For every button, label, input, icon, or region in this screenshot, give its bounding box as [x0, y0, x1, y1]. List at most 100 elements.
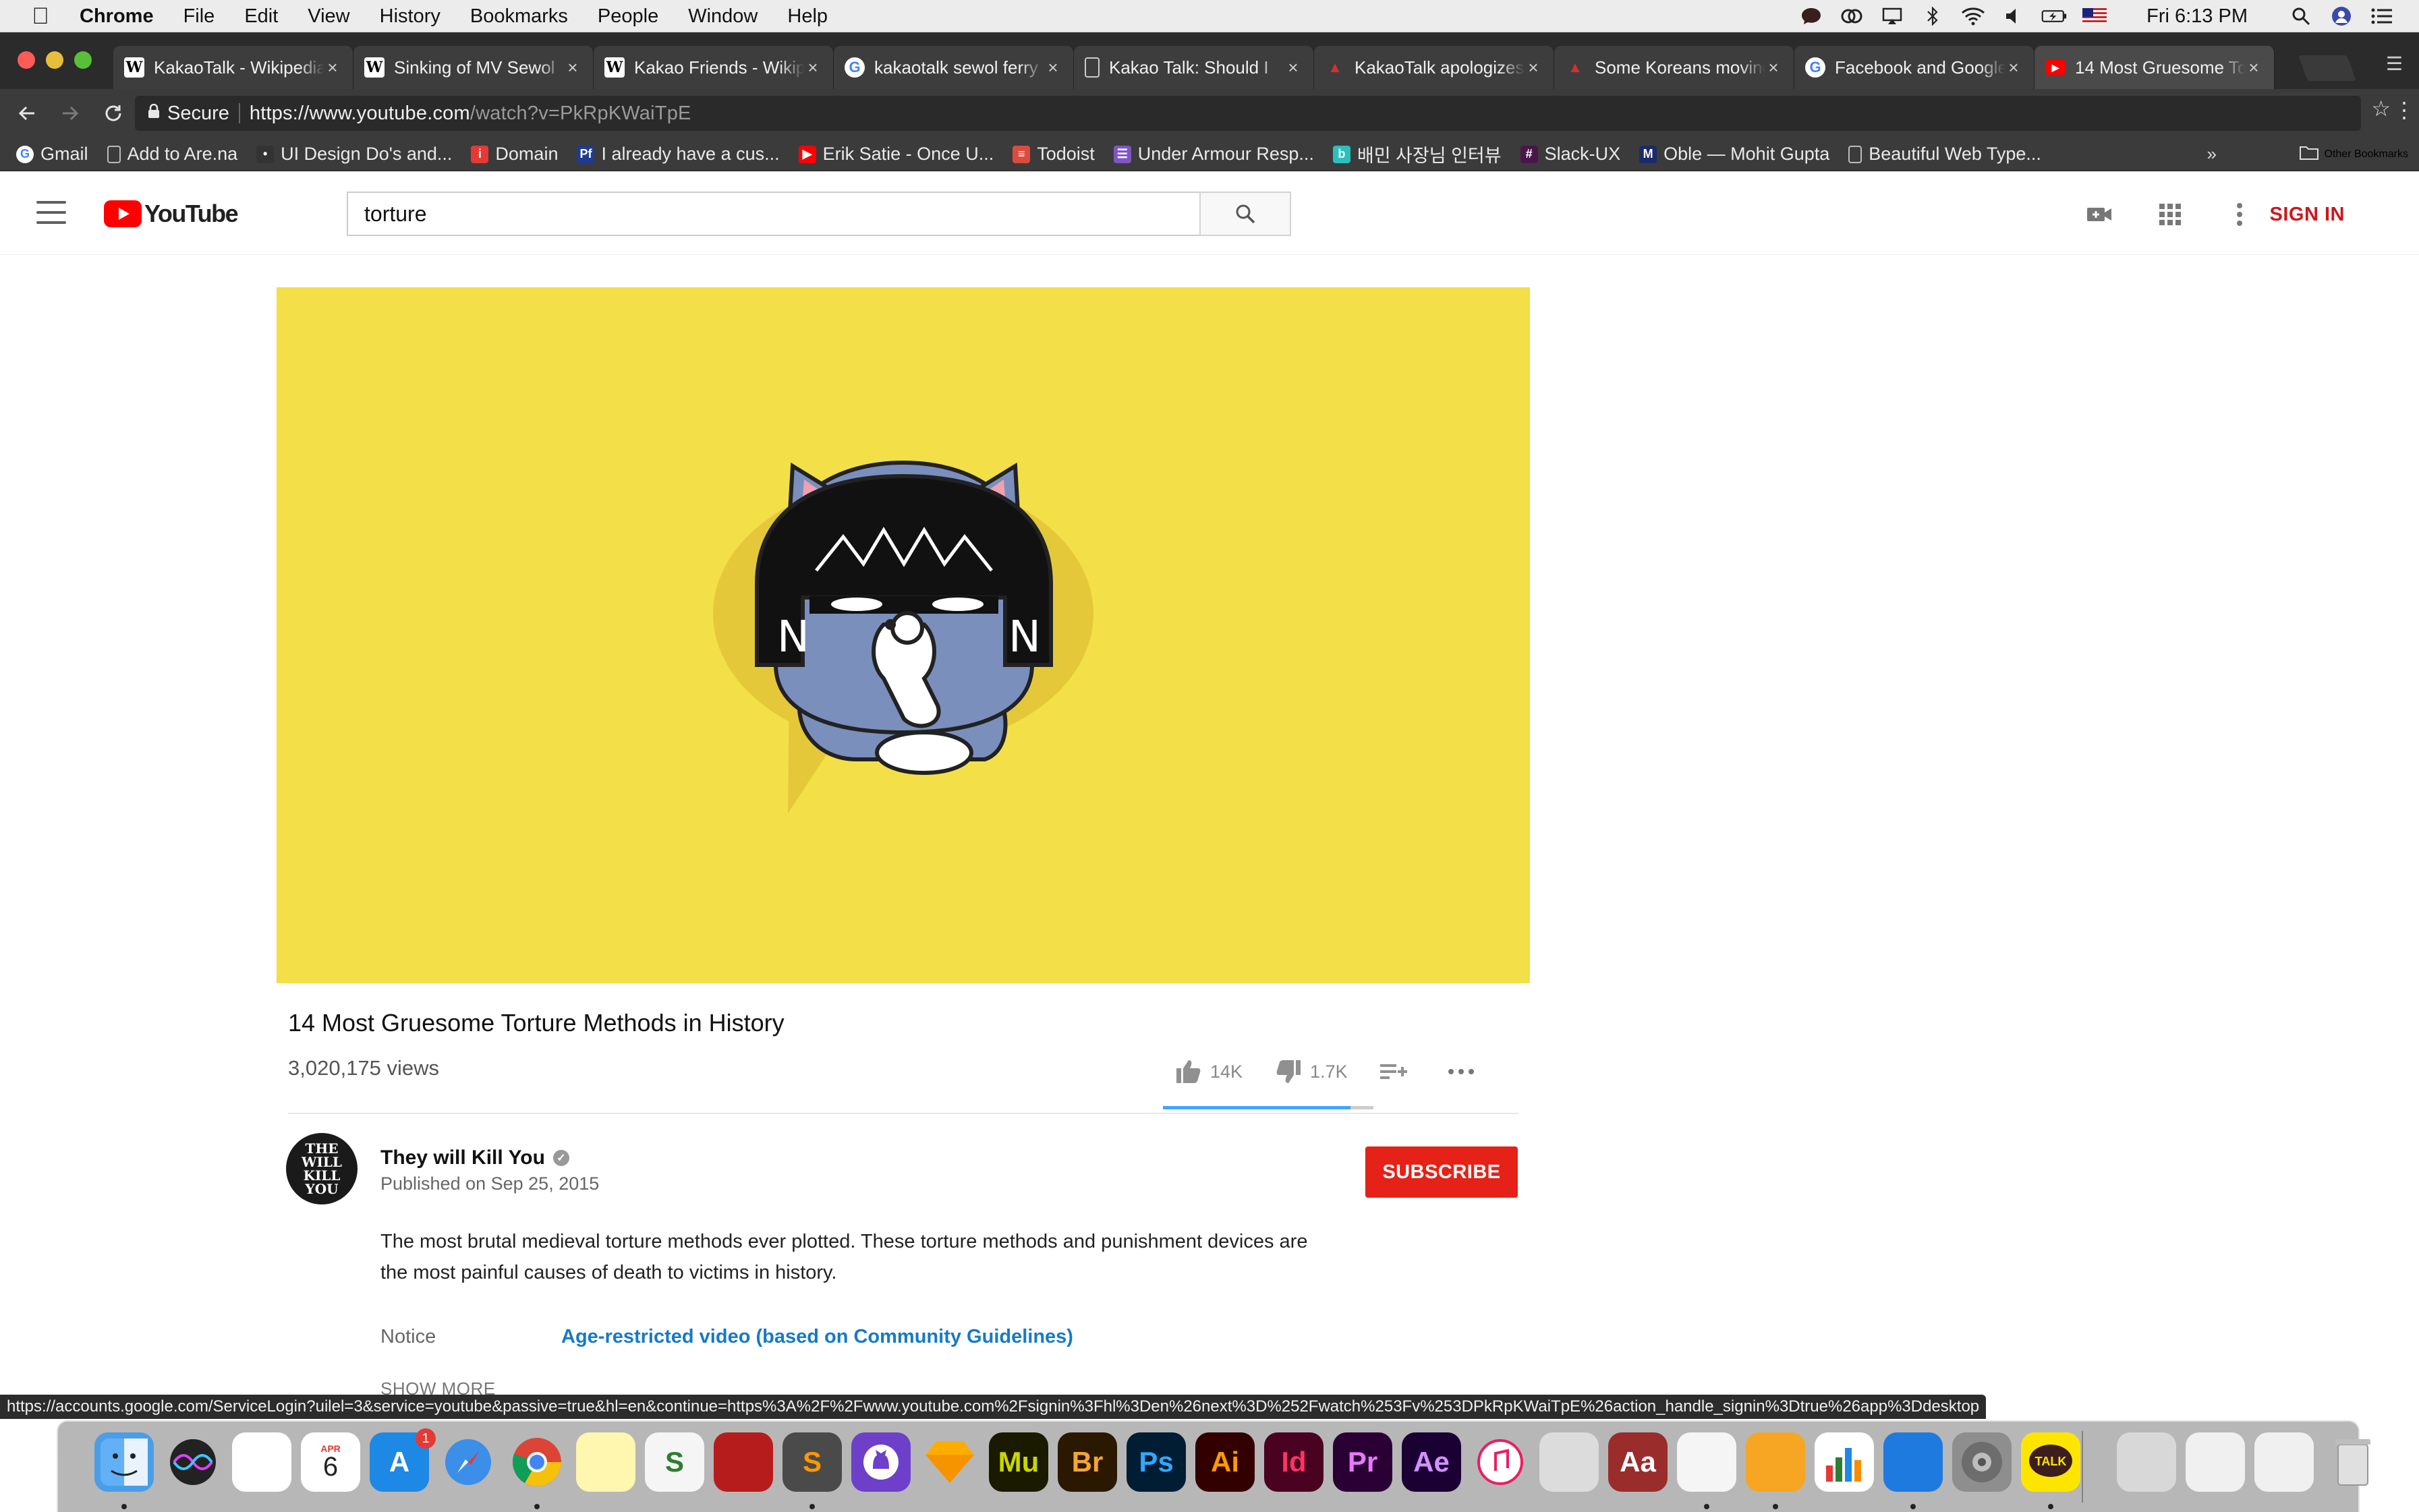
browser-tab[interactable]: W KakaoTalk - Wikipedia × — [113, 46, 353, 89]
app-menu-chrome[interactable]: Chrome — [80, 0, 154, 32]
bookmark-item[interactable]: Beautiful Web Type... — [1848, 144, 2041, 165]
bookmark-item[interactable]: Add to Are.na — [107, 144, 237, 165]
document-stack-icon[interactable] — [2186, 1432, 2245, 1492]
add-to-playlist-button[interactable] — [1379, 1062, 1407, 1082]
bookmark-item[interactable]: M Oble — Mohit Gupta — [1639, 144, 1829, 165]
wifi-icon[interactable] — [1960, 6, 1986, 26]
bookmark-item[interactable]: b 배민 사장님 인터뷰 — [1332, 141, 1502, 167]
bookmarks-overflow-button[interactable]: » — [2207, 144, 2217, 165]
screenshot-stack-icon[interactable] — [2254, 1432, 2314, 1492]
bookmark-item[interactable]: Pf I already have a cus... — [577, 144, 780, 165]
battery-icon[interactable] — [2041, 6, 2067, 26]
secure-label[interactable]: Secure — [167, 103, 229, 125]
bookmark-item[interactable]: # Slack-UX — [1520, 144, 1620, 165]
search-input[interactable] — [347, 192, 1199, 236]
tab-close-icon[interactable]: × — [2005, 57, 2022, 78]
volume-icon[interactable] — [2001, 6, 2026, 26]
premiere-icon[interactable]: Pr — [1333, 1432, 1392, 1492]
browser-tab[interactable]: ▲ KakaoTalk apologizes × — [1314, 46, 1554, 89]
pages-icon[interactable] — [1746, 1432, 1805, 1492]
bookmark-item[interactable]: G Gmail — [16, 144, 88, 165]
menu-help[interactable]: Help — [787, 0, 828, 32]
photo-booth-icon[interactable] — [714, 1432, 773, 1492]
itunes-icon[interactable] — [1471, 1432, 1530, 1492]
calendar-icon[interactable]: APR 6 — [301, 1432, 360, 1492]
sublime-text-icon[interactable]: S — [782, 1432, 842, 1492]
browser-tab[interactable]: W Kakao Friends - Wikipedia× — [594, 46, 834, 89]
channel-avatar[interactable]: THE WILL KILL YOU — [286, 1133, 358, 1204]
chrome-icon[interactable] — [507, 1432, 567, 1492]
tab-close-icon[interactable]: × — [1525, 57, 1541, 78]
window-minimize-button[interactable] — [46, 51, 63, 69]
downloads-stack-icon[interactable] — [2117, 1432, 2176, 1492]
system-preferences-icon[interactable] — [1952, 1432, 2012, 1492]
keynote-icon[interactable] — [1883, 1432, 1943, 1492]
dislike-button[interactable]: 1.7K — [1275, 1059, 1348, 1084]
quicktime-icon[interactable] — [1539, 1432, 1599, 1492]
tab-close-icon[interactable]: × — [324, 57, 341, 78]
menu-window[interactable]: Window — [688, 0, 758, 32]
tab-close-icon[interactable]: × — [1285, 57, 1301, 78]
photoshop-icon[interactable]: Ps — [1127, 1432, 1186, 1492]
numbers-icon[interactable] — [1815, 1432, 1874, 1492]
finder-icon[interactable] — [94, 1432, 154, 1492]
bookmark-item[interactable]: ▶ Erik Satie - Once U... — [798, 144, 994, 165]
forward-button[interactable] — [54, 97, 86, 129]
github-desktop-icon[interactable] — [851, 1432, 911, 1492]
back-button[interactable] — [11, 97, 43, 129]
menu-bar-clock[interactable]: Fri 6:13 PM — [2146, 5, 2248, 28]
bridge-icon[interactable]: Br — [1058, 1432, 1117, 1492]
bookmark-item[interactable]: ≡ Todoist — [1013, 144, 1095, 165]
menu-edit[interactable]: Edit — [244, 0, 278, 32]
bookmark-star-icon[interactable]: ☆ — [2371, 96, 2391, 121]
channel-name-link[interactable]: They will Kill You ✓ — [380, 1146, 569, 1169]
speech-bubble-icon[interactable] — [1798, 6, 1824, 26]
menu-history[interactable]: History — [380, 0, 440, 32]
browser-tab[interactable]: ▲ Some Koreans moving × — [1554, 46, 1794, 89]
chrome-menu-icon[interactable]: ⋮ — [2393, 97, 2415, 123]
search-button[interactable] — [1199, 192, 1291, 236]
address-bar[interactable]: Secure https://www.youtube.com/watch?v=P… — [135, 96, 2361, 131]
bookmark-item[interactable]: i Domain — [471, 144, 558, 165]
settings-more-icon[interactable] — [2225, 200, 2254, 229]
browser-tab[interactable]: Gkakaotalk sewol ferry × — [834, 46, 1074, 89]
tab-close-icon[interactable]: × — [565, 57, 581, 78]
textedit-icon[interactable] — [1677, 1432, 1736, 1492]
bluetooth-icon[interactable] — [1920, 6, 1945, 26]
reminders-icon[interactable] — [232, 1432, 291, 1492]
window-close-button[interactable] — [18, 51, 35, 69]
tab-close-icon[interactable]: × — [2246, 57, 2262, 78]
url-text[interactable]: https://www.youtube.com/watch?v=PkRpKWai… — [250, 103, 691, 125]
bookmark-item[interactable]: ☰ Under Armour Resp... — [1113, 144, 1314, 165]
browser-tab[interactable]: G Facebook and Google × — [1794, 46, 2034, 89]
after-effects-icon[interactable]: Ae — [1402, 1432, 1461, 1492]
window-zoom-button[interactable] — [74, 51, 92, 69]
lock-icon[interactable] — [140, 103, 167, 123]
like-button[interactable]: 14K — [1175, 1059, 1243, 1084]
apps-grid-icon[interactable] — [2155, 200, 2185, 229]
airplay-icon[interactable] — [1879, 6, 1905, 26]
menu-people[interactable]: People — [598, 0, 658, 32]
muse-icon[interactable]: Mu — [989, 1432, 1048, 1492]
tab-close-icon[interactable]: × — [805, 57, 821, 78]
menu-bookmarks[interactable]: Bookmarks — [470, 0, 568, 32]
more-actions-button[interactable] — [1448, 1068, 1475, 1075]
guide-menu-icon[interactable] — [36, 201, 66, 224]
bookmark-item[interactable]: • UI Design Do's and... — [256, 144, 452, 165]
subscribe-button[interactable]: SUBSCRIBE — [1365, 1146, 1518, 1198]
notes-icon[interactable] — [576, 1432, 635, 1492]
new-tab-button[interactable] — [2298, 55, 2356, 81]
dictionary-icon[interactable]: Aa — [1608, 1432, 1668, 1492]
safari-icon[interactable] — [438, 1432, 498, 1492]
indesign-icon[interactable]: Id — [1264, 1432, 1324, 1492]
age-restriction-notice-link[interactable]: Age-restricted video (based on Community… — [561, 1326, 1073, 1348]
notification-center-icon[interactable] — [2369, 6, 2395, 26]
sketch-icon[interactable] — [920, 1432, 979, 1492]
user-avatar-icon[interactable] — [2329, 6, 2354, 26]
apple-menu-icon[interactable]:  — [26, 0, 55, 32]
creative-cloud-icon[interactable] — [1839, 6, 1865, 26]
kakaotalk-icon[interactable]: TALK — [2021, 1432, 2080, 1492]
tab-active[interactable]: ▶ 14 Most Gruesome Torture× — [2034, 46, 2275, 89]
siri-icon[interactable] — [163, 1432, 223, 1492]
tab-close-icon[interactable]: × — [1765, 57, 1782, 78]
